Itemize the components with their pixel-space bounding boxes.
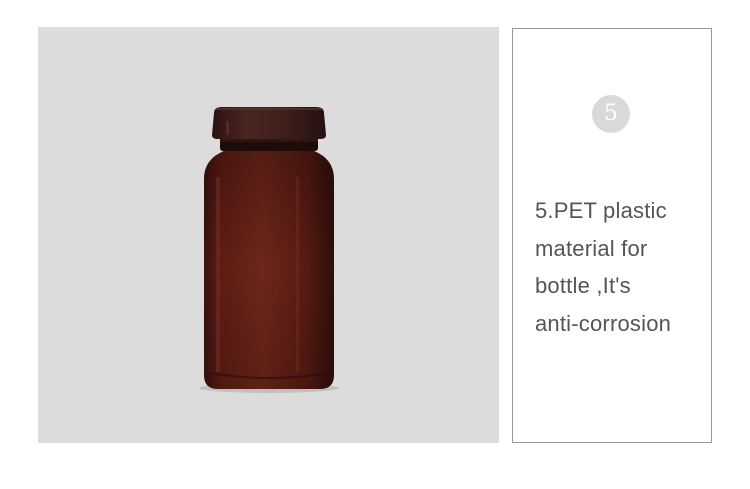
feature-card: 5 5.PET plastic material for bottle ,It'… xyxy=(512,28,712,443)
feature-line: 5.PET plastic xyxy=(535,198,667,223)
feature-line: material for xyxy=(535,235,648,261)
feature-line: anti-corrosion xyxy=(535,310,672,336)
amber-pet-bottle-image xyxy=(199,107,339,393)
feature-description: 5.PET plastic material for bottle ,It's … xyxy=(535,192,707,342)
feature-line: bottle ,It's xyxy=(535,273,631,298)
step-number-badge: 5 xyxy=(592,95,630,133)
product-photo xyxy=(38,27,499,443)
